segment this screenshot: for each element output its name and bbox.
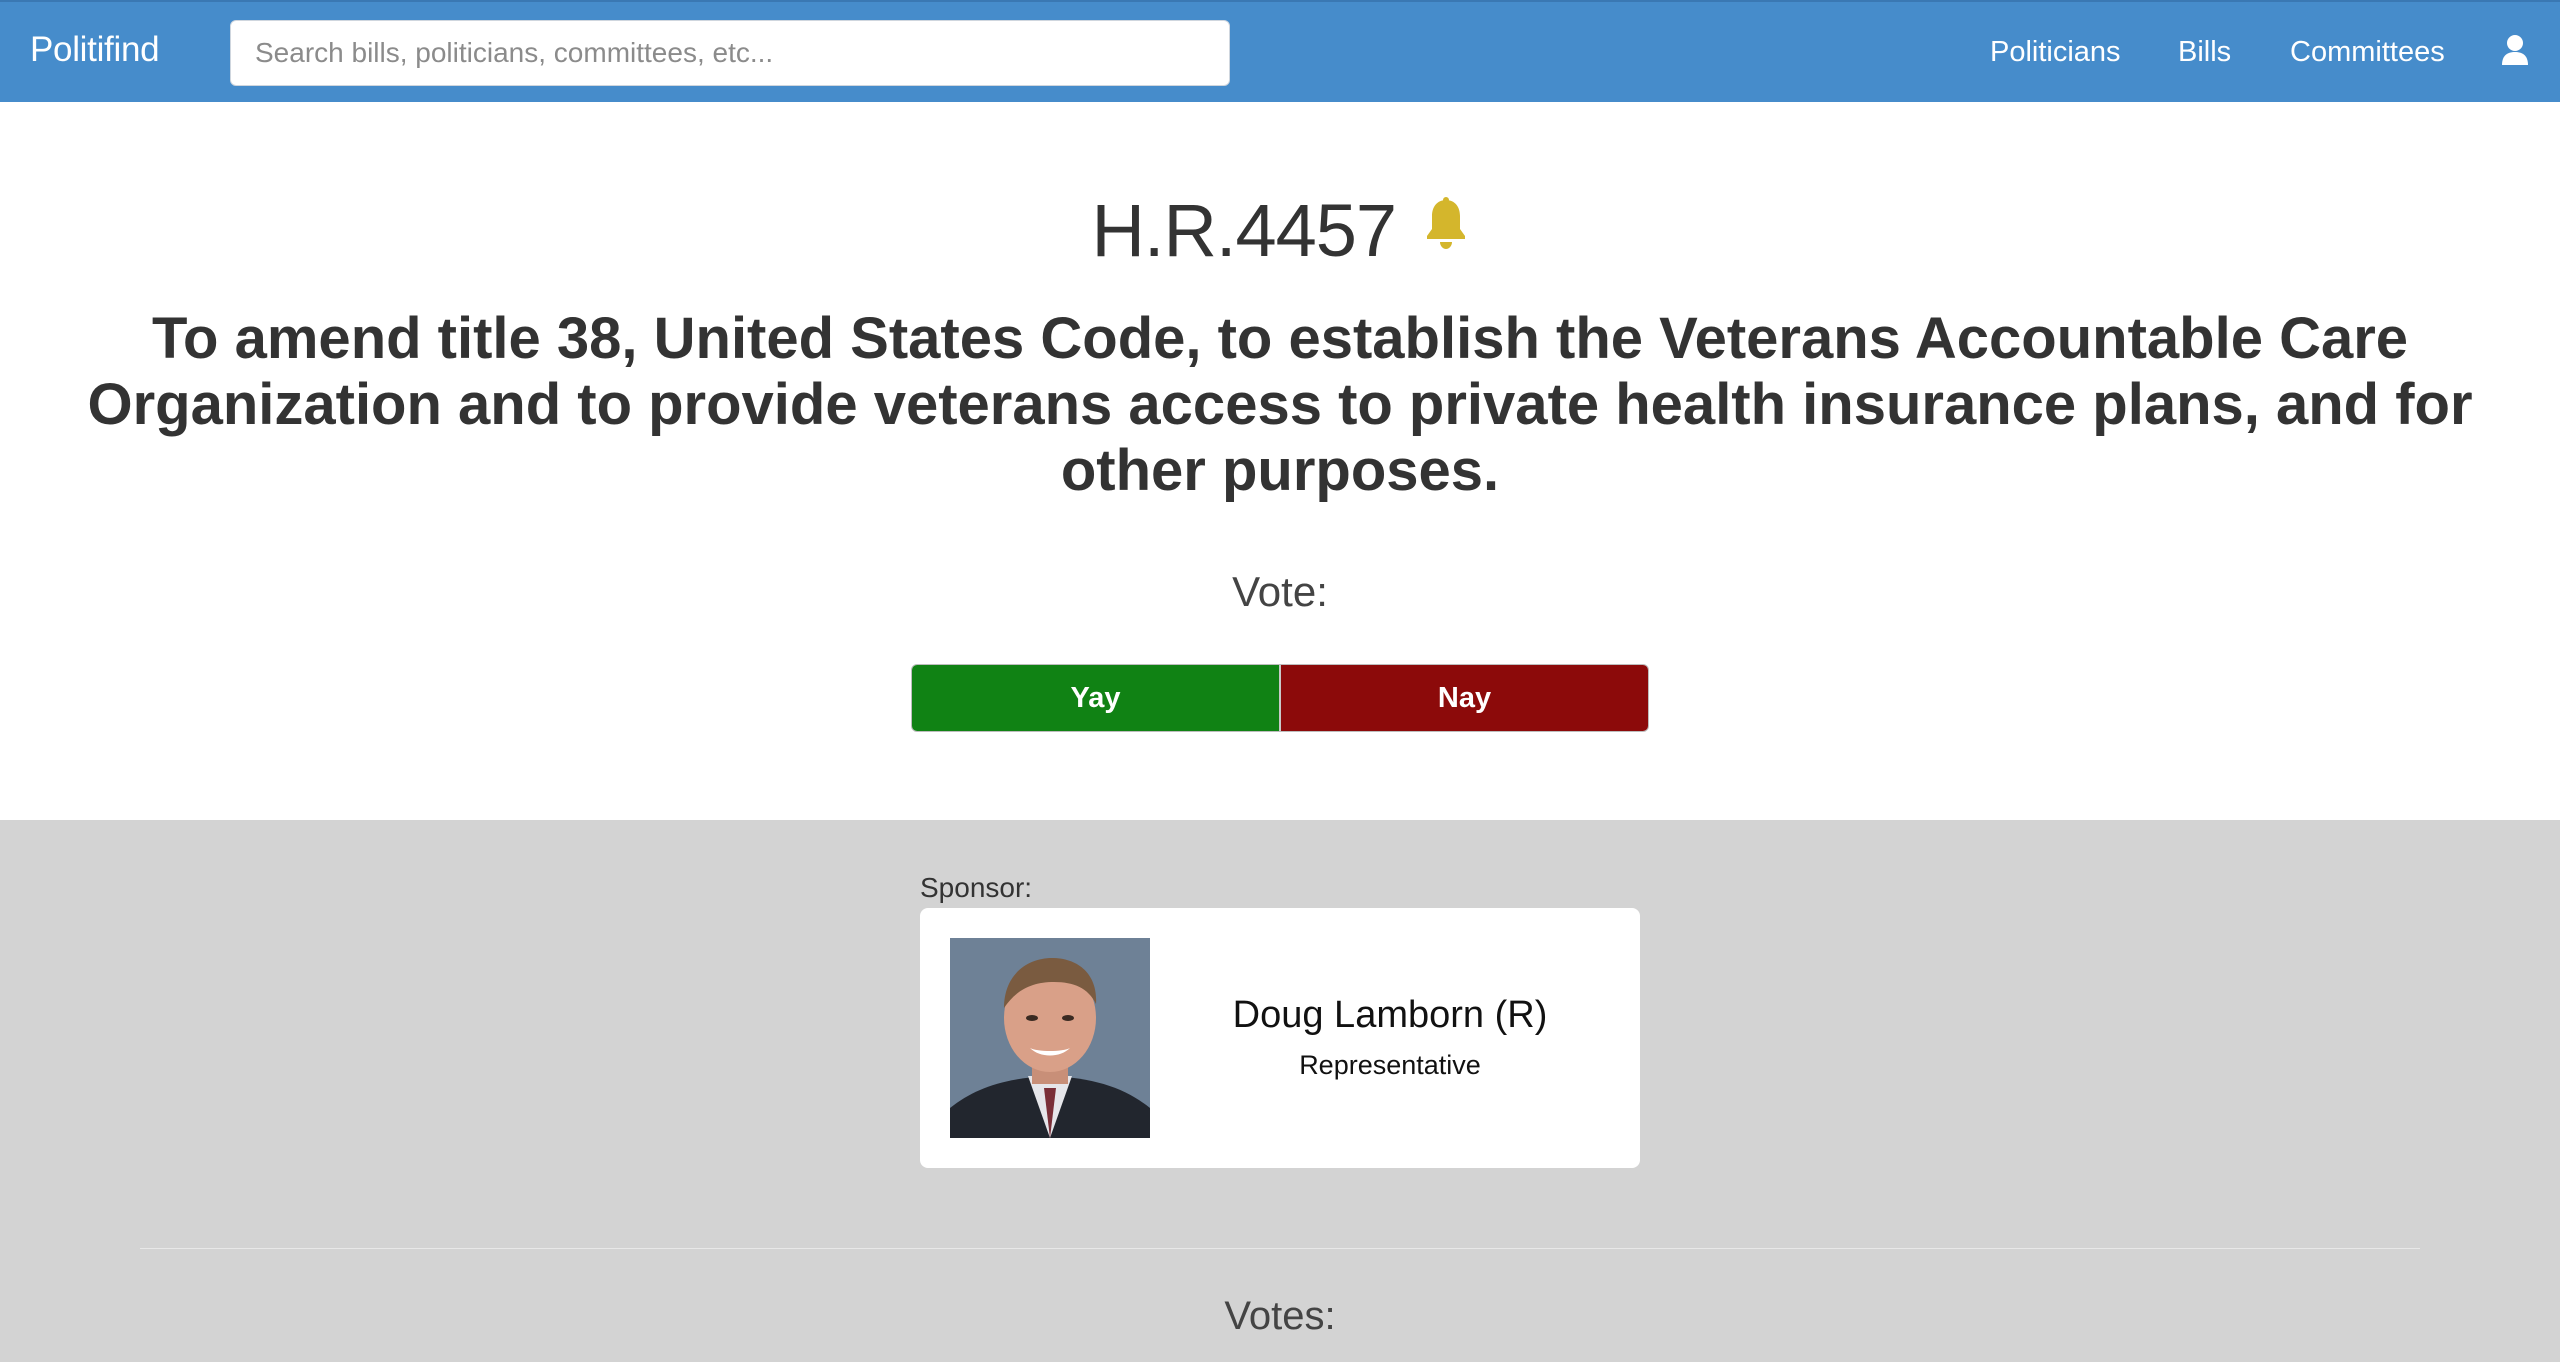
vote-label: Vote:	[1232, 568, 1328, 615]
nav-link-bills[interactable]: Bills	[2178, 36, 2231, 69]
bill-number: H.R.4457	[1091, 189, 1397, 272]
nay-button[interactable]: Nay	[1281, 665, 1648, 731]
yay-button[interactable]: Yay	[912, 665, 1281, 731]
votes-heading: Votes:	[1224, 1294, 1336, 1338]
user-icon[interactable]	[2500, 34, 2530, 66]
top-navbar: Politifind Politicians Bills Committees	[0, 0, 2560, 102]
bill-header: H.R.4457	[0, 188, 2560, 273]
brand-logo[interactable]: Politifind	[30, 30, 160, 70]
nav-link-politicians[interactable]: Politicians	[1990, 36, 2121, 69]
sponsor-name[interactable]: Doug Lamborn (R)	[1170, 994, 1610, 1037]
sponsor-photo	[950, 938, 1150, 1138]
vote-button-group: Yay Nay	[911, 664, 1649, 732]
bell-icon[interactable]	[1423, 196, 1469, 250]
nav-link-committees[interactable]: Committees	[2290, 36, 2445, 69]
section-divider	[140, 1248, 2420, 1249]
avatar	[950, 938, 1150, 1138]
sponsor-role: Representative	[1299, 1050, 1481, 1080]
sponsor-card[interactable]: Doug Lamborn (R) Representative	[920, 908, 1640, 1168]
search-input[interactable]	[230, 20, 1230, 86]
bill-title: To amend title 38, United States Code, t…	[87, 306, 2473, 503]
sponsor-label: Sponsor:	[920, 872, 1033, 903]
